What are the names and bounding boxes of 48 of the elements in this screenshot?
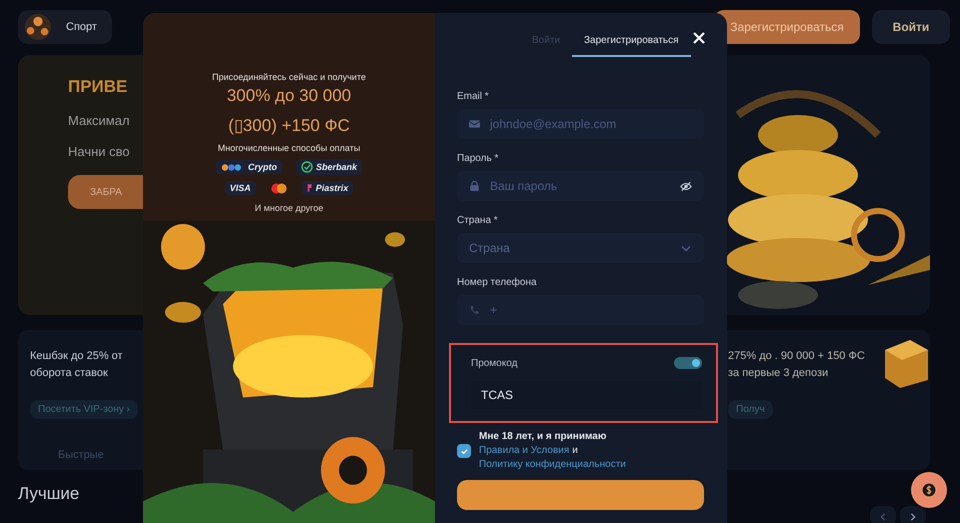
input-field[interactable]: johndoe@example.com <box>457 109 704 139</box>
terms-link[interactable]: Правила и Условия <box>479 444 570 458</box>
field-label: Номер телефона <box>457 277 538 288</box>
chevron-right-icon <box>909 512 917 520</box>
card-text: Кешбэк до 25% от оборота ставок <box>30 349 124 381</box>
hero-text: Максимал <box>68 113 130 128</box>
hero-title: ПРИВЕ <box>68 77 128 97</box>
phone-icon <box>469 305 480 315</box>
sport-button[interactable]: Спорт <box>18 10 112 44</box>
next-button[interactable] <box>900 506 926 523</box>
field-label: Пароль * <box>457 153 500 164</box>
input-field[interactable]: Ваш пароль <box>457 171 704 201</box>
field-label: Страна * <box>457 215 499 226</box>
close-button[interactable] <box>692 31 706 45</box>
check-icon <box>460 446 468 456</box>
get-bonus-link[interactable]: Получ <box>728 400 773 419</box>
privacy-link[interactable]: Политику конфиденциальности <box>479 459 626 470</box>
visa-logo: VISA <box>224 181 256 195</box>
section-title: Лучшие <box>18 484 80 504</box>
consent-text: и <box>572 444 578 458</box>
consent-text: Мне 18 лет, и я принимаю <box>479 430 608 444</box>
login-button[interactable]: Войти <box>872 10 950 44</box>
promo-intro: Присоединяйтесь сейчас и получите <box>212 72 366 82</box>
eye-off-icon[interactable] <box>680 180 692 192</box>
input-field[interactable]: Страна <box>457 233 704 263</box>
promo-toggle[interactable] <box>674 357 702 369</box>
field-label: Email * <box>457 91 490 102</box>
envelope-icon <box>469 119 480 129</box>
vip-link[interactable]: Посетить VIP-зону › <box>30 400 138 419</box>
cashier-button[interactable] <box>911 472 947 508</box>
lock-icon <box>469 181 480 191</box>
card-text: 275% до . 90 000 + 150 ФС за первые 3 депози <box>728 349 866 381</box>
bonus-amount: (▯300) +150 ФС <box>228 115 350 136</box>
payments-title: Многочисленные способы оплаты <box>218 143 360 153</box>
more-methods-text: И многое другое <box>254 203 324 213</box>
ball-icon <box>24 13 52 41</box>
input-field[interactable]: + <box>457 295 704 325</box>
mastercard-icon <box>270 182 288 194</box>
hero-text: Начни сво <box>68 144 130 159</box>
promo-code-label: Промокод <box>471 358 518 368</box>
piastrix-logo: Piastrix <box>302 181 354 195</box>
bonus-amount: 300% до 30 000 <box>226 86 352 106</box>
crypto-logo: Crypto <box>216 160 282 174</box>
dollar-icon <box>921 482 937 498</box>
sberbank-logo: Sberbank <box>296 159 362 175</box>
auth-tab[interactable]: Зарегистрироваться <box>572 23 691 57</box>
consent-checkbox[interactable] <box>457 444 471 458</box>
chevron-left-icon <box>879 512 887 520</box>
